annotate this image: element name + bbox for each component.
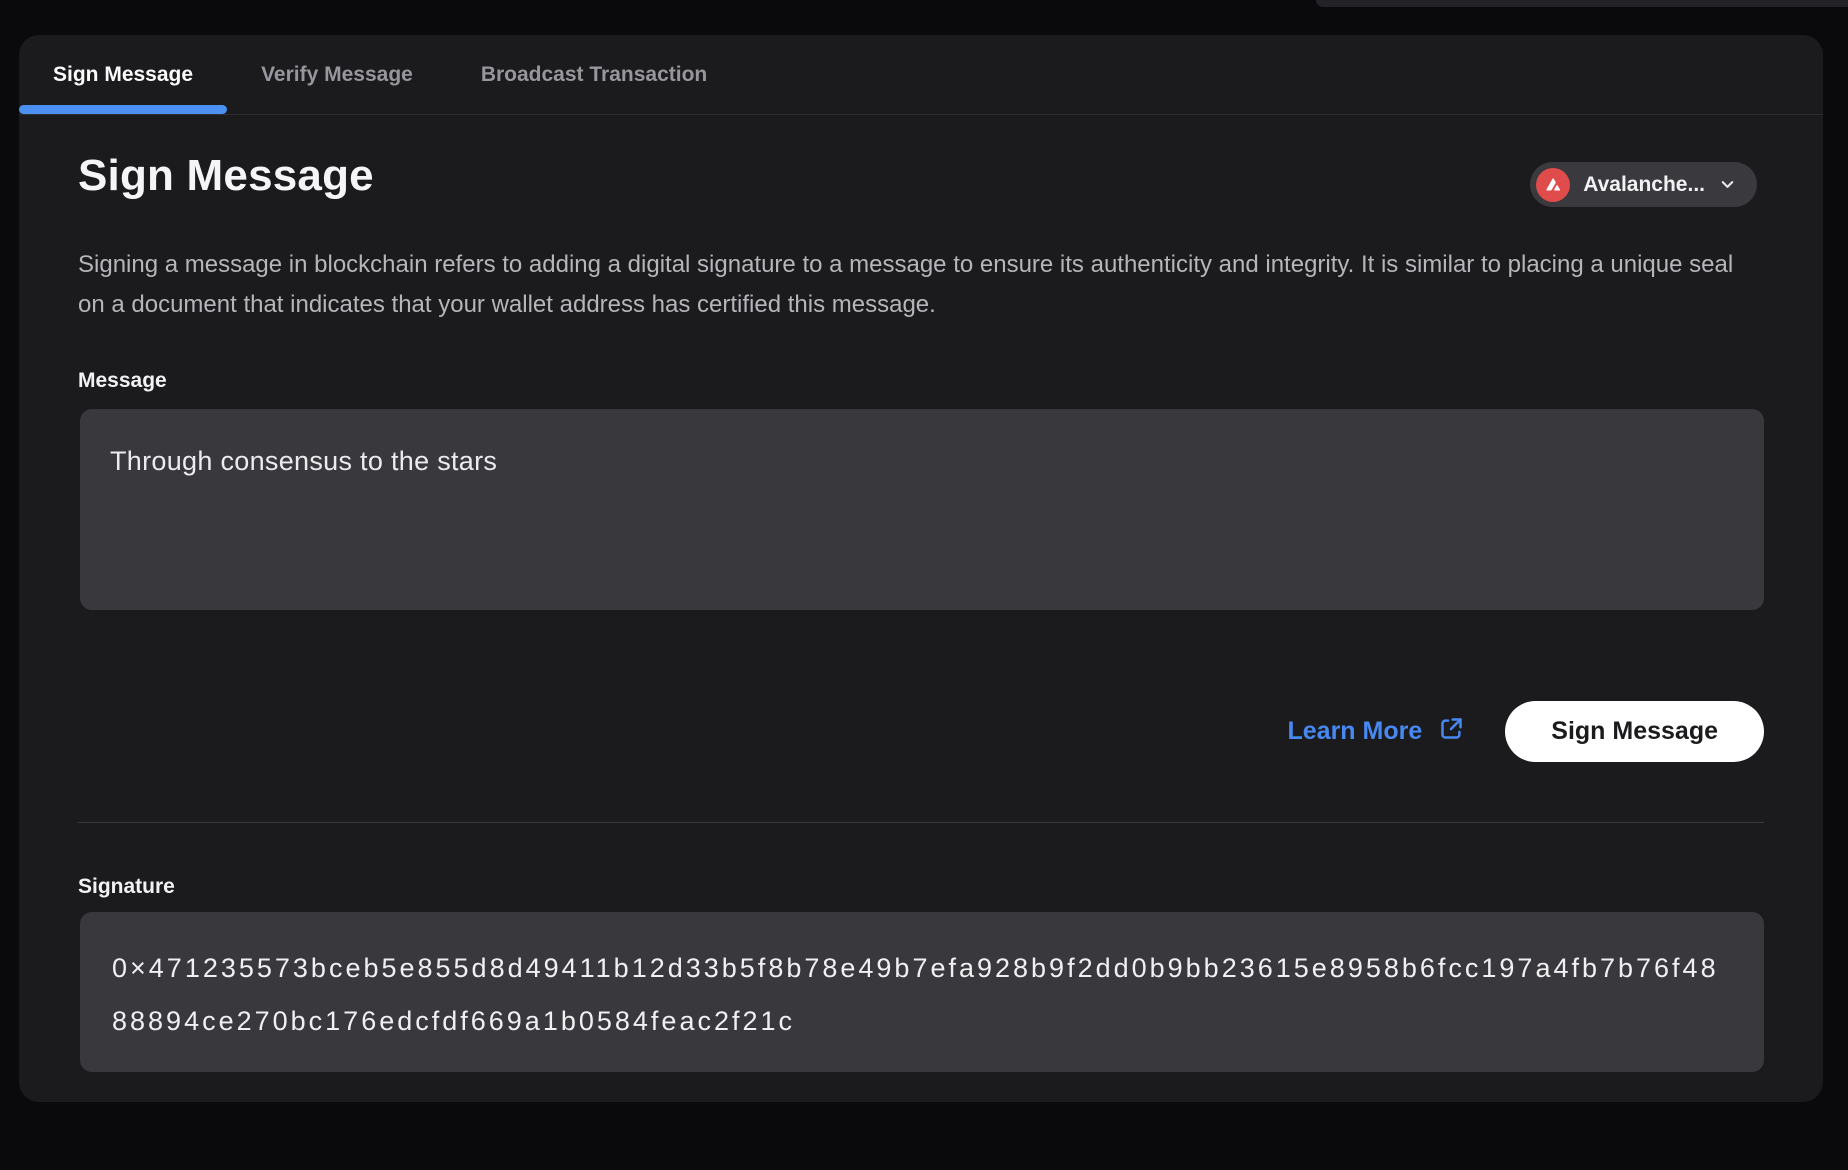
network-name: Avalanche... (1583, 173, 1705, 197)
tab-verify-message[interactable]: Verify Message (227, 35, 447, 114)
message-value: Through consensus to the stars (110, 446, 1734, 477)
external-link-icon (1438, 715, 1465, 749)
signature-output: 0×471235573bceb5e855d8d49411b12d33b5f8b7… (80, 912, 1764, 1072)
tool-description: Signing a message in blockchain refers t… (78, 245, 1750, 325)
tab-broadcast-transaction[interactable]: Broadcast Transaction (447, 35, 741, 114)
tab-bar: Sign Message Verify Message Broadcast Tr… (19, 35, 1823, 115)
avalanche-icon (1536, 168, 1570, 202)
chevron-down-icon (1718, 175, 1737, 194)
sign-button-label: Sign Message (1551, 717, 1718, 746)
top-edge-remnant (1316, 0, 1848, 7)
actions-row: Learn More Sign Message (1288, 701, 1765, 762)
signature-value: 0×471235573bceb5e855d8d49411b12d33b5f8b7… (112, 942, 1732, 1048)
tool-panel: Sign Message Verify Message Broadcast Tr… (19, 35, 1823, 1102)
tab-sign-message[interactable]: Sign Message (19, 35, 227, 114)
message-input[interactable]: Through consensus to the stars (80, 409, 1764, 610)
network-selector[interactable]: Avalanche... (1530, 162, 1757, 207)
signature-label: Signature (78, 875, 175, 899)
learn-more-link[interactable]: Learn More (1288, 715, 1466, 749)
learn-more-label: Learn More (1288, 717, 1423, 746)
tab-label: Broadcast Transaction (481, 63, 707, 87)
message-label: Message (78, 369, 167, 393)
sign-message-button[interactable]: Sign Message (1505, 701, 1764, 762)
tab-label: Verify Message (261, 63, 413, 87)
tab-label: Sign Message (53, 63, 193, 87)
section-divider (78, 822, 1764, 823)
page-title: Sign Message (78, 151, 374, 201)
